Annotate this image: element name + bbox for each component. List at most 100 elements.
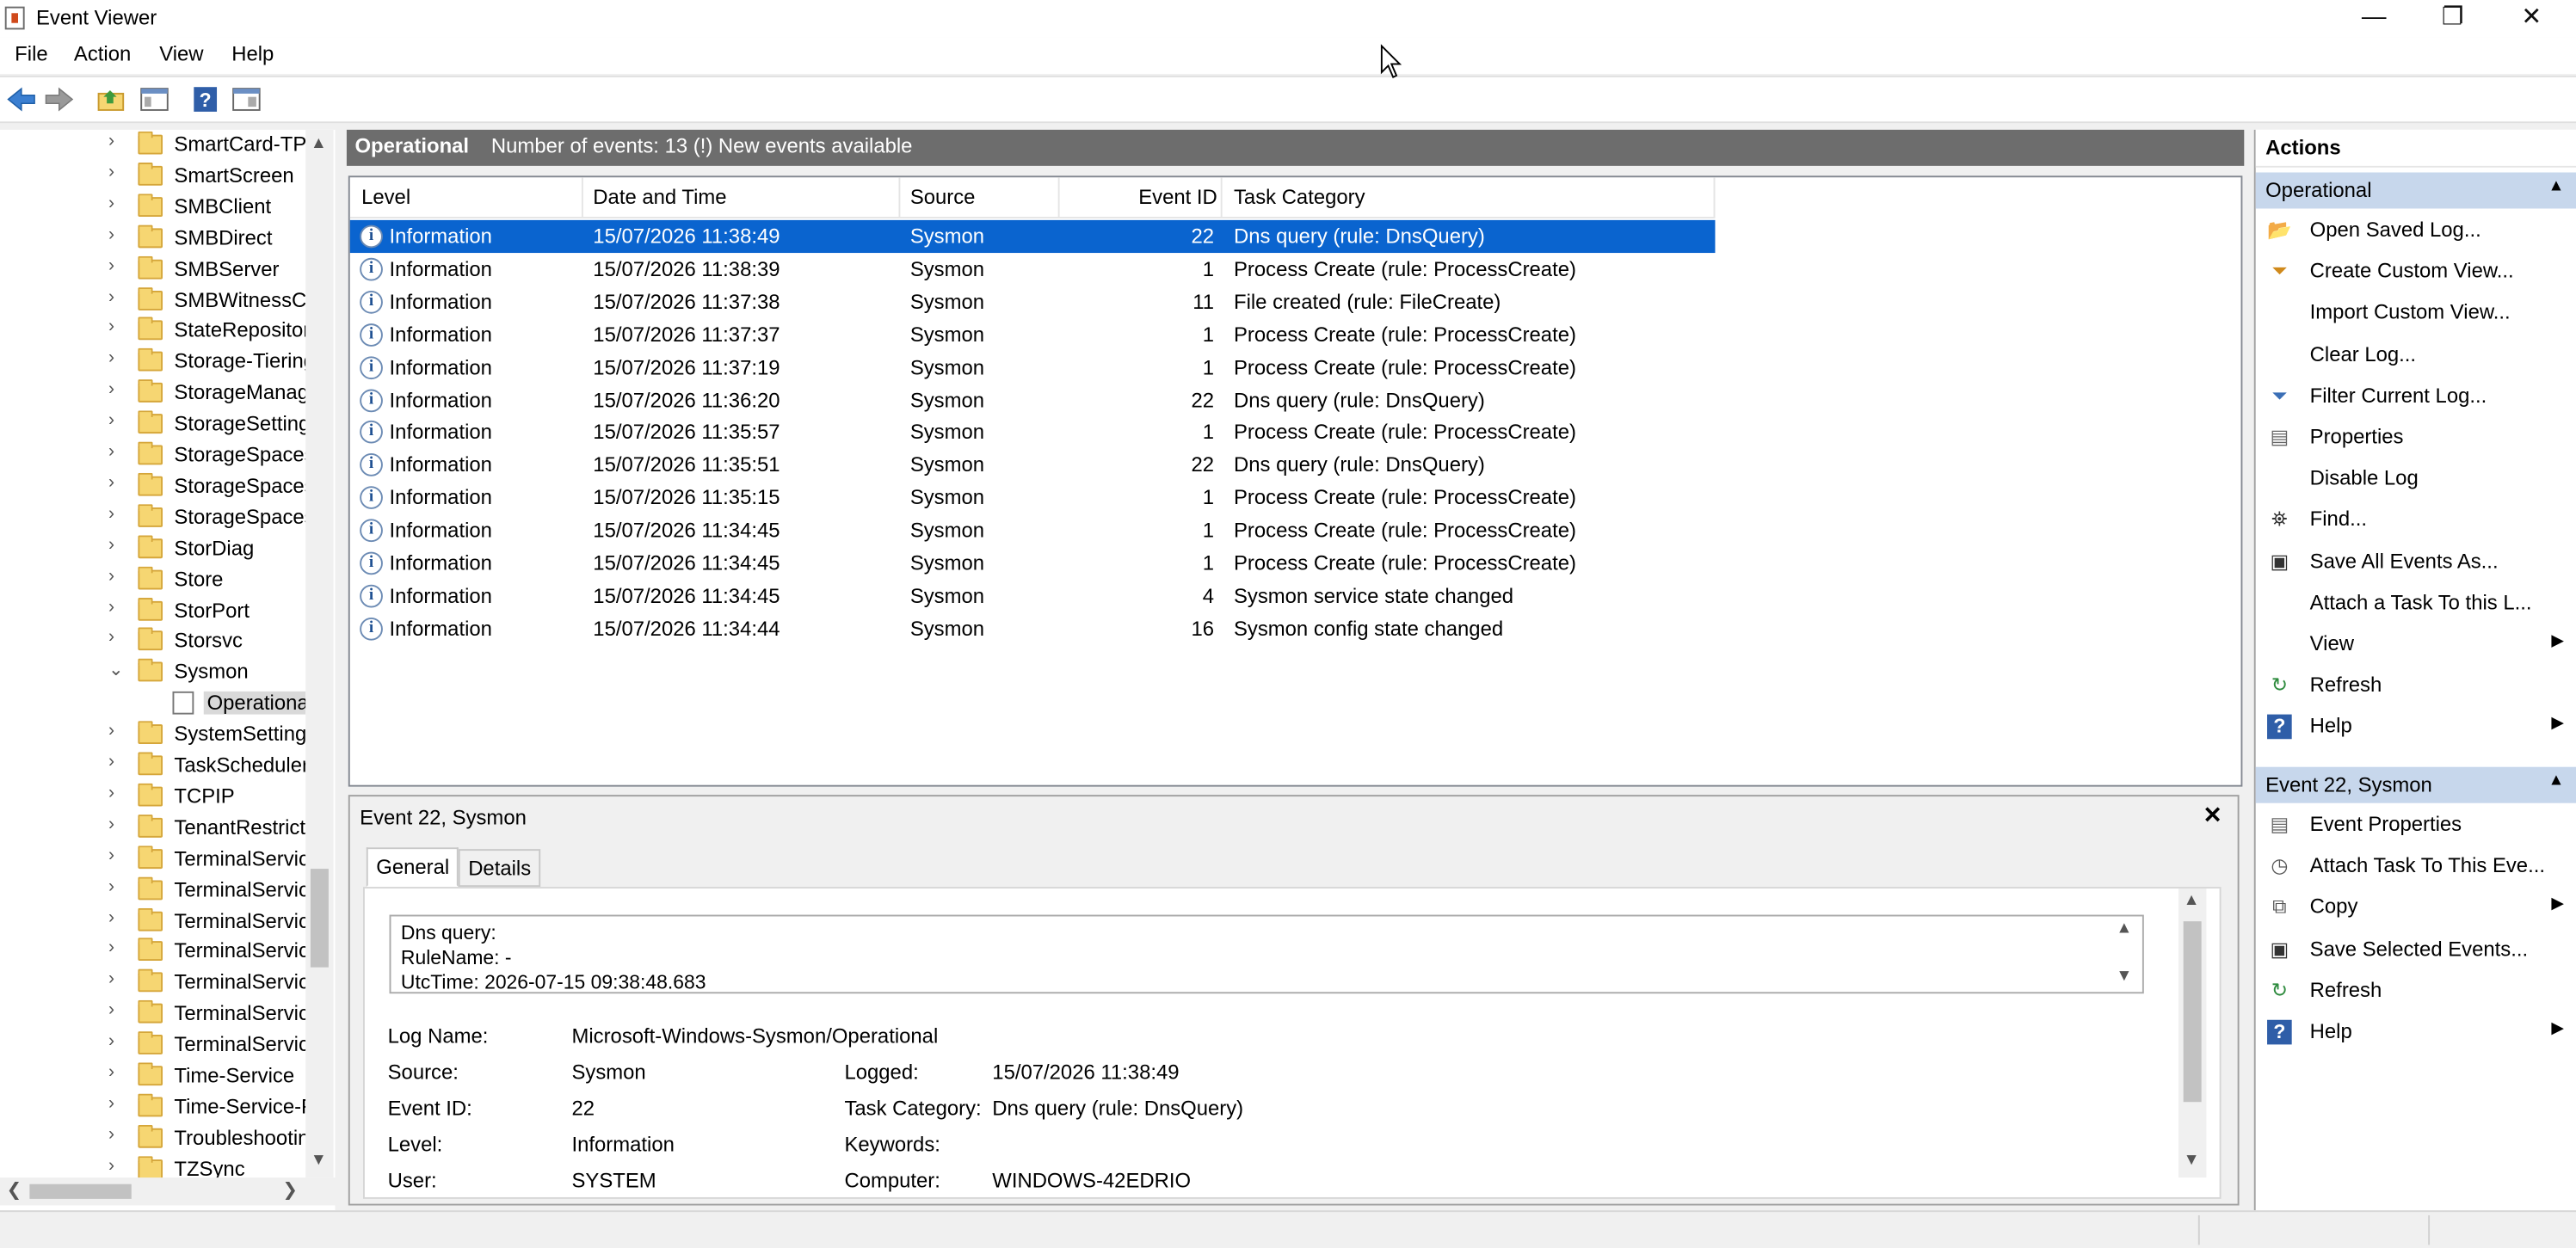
tree-item[interactable]: › Troubleshootin	[0, 1123, 305, 1154]
chevron-right-icon[interactable]: ›	[108, 721, 114, 741]
chevron-right-icon[interactable]: ›	[108, 317, 114, 337]
tree-vertical-scrollbar[interactable]: ▲ ▼	[305, 129, 334, 1178]
tree-item[interactable]: › TerminalServic	[0, 844, 305, 875]
action-item[interactable]: ? Help ▶	[2256, 707, 2576, 748]
tree-item[interactable]: › SMBDirect	[0, 223, 305, 254]
scroll-up-icon[interactable]: ▲	[311, 135, 327, 153]
menu-help[interactable]: Help	[231, 43, 274, 66]
action-item[interactable]: Disable Log	[2256, 458, 2576, 500]
chevron-right-icon[interactable]: ›	[108, 1031, 114, 1051]
show-hide-action-pane-icon[interactable]	[230, 83, 262, 114]
tree-scroll-thumb[interactable]	[310, 869, 329, 968]
action-item[interactable]: Attach a Task To this L...	[2256, 582, 2576, 624]
close-detail-icon[interactable]: ✕	[2203, 802, 2222, 829]
chevron-down-icon[interactable]: ⌄	[108, 659, 124, 680]
menu-view[interactable]: View	[159, 43, 203, 66]
up-folder-icon[interactable]	[96, 83, 128, 114]
tree-item[interactable]: › SMBServer	[0, 254, 305, 285]
tree-item[interactable]: › StorDiag	[0, 533, 305, 564]
column-event-id[interactable]: Event ID	[1138, 186, 1217, 209]
chevron-right-icon[interactable]: ›	[108, 938, 114, 958]
maximize-button[interactable]: ❐	[2415, 0, 2491, 38]
action-item[interactable]: ⧉ Copy ▶	[2256, 888, 2576, 929]
chevron-right-icon[interactable]: ›	[108, 442, 114, 462]
action-item[interactable]: ↻ Refresh	[2256, 666, 2576, 707]
tree-item[interactable]: › StorageSpaces	[0, 502, 305, 533]
tree-item[interactable]: › TerminalServic	[0, 937, 305, 968]
table-row[interactable]: i Information 15/07/2026 11:37:38 Sysmon 11 F…	[350, 286, 1716, 318]
detail-scroll-down-icon[interactable]: ▼	[2184, 1152, 2200, 1170]
chevron-right-icon[interactable]: ›	[108, 1125, 114, 1145]
chevron-right-icon[interactable]: ›	[108, 535, 114, 555]
tree-item[interactable]: › SmartCard-TPI	[0, 130, 305, 161]
chevron-right-icon[interactable]: ›	[108, 194, 114, 213]
tree-item[interactable]: ⌄ Sysmon	[0, 657, 305, 688]
collapse-up-icon[interactable]: ▲	[2548, 772, 2565, 790]
table-row[interactable]: i Information 15/07/2026 11:37:37 Sysmon 1 Pr…	[350, 318, 1716, 351]
tree-item[interactable]: › TenantRestricti	[0, 813, 305, 844]
tree-item[interactable]: › TerminalServic	[0, 968, 305, 999]
tree-item[interactable]: › SMBClient	[0, 192, 305, 223]
menu-action[interactable]: Action	[74, 43, 131, 66]
event-description[interactable]: Dns query: RuleName: - UtcTime: 2026-07-…	[389, 914, 2144, 994]
chevron-right-icon[interactable]: ›	[108, 348, 114, 368]
scroll-down-icon[interactable]: ▼	[311, 1152, 327, 1170]
table-row[interactable]: i Information 15/07/2026 11:34:45 Sysmon 1 Pr…	[350, 514, 1716, 547]
action-item[interactable]: ⏷ Filter Current Log...	[2256, 376, 2576, 417]
chevron-right-icon[interactable]: ›	[108, 1093, 114, 1113]
chevron-right-icon[interactable]: ›	[108, 286, 114, 306]
tree-item[interactable]: › StorageSpaces	[0, 471, 305, 502]
scroll-left-icon[interactable]: ❮	[7, 1179, 22, 1201]
action-item[interactable]: ▣ Save Selected Events...	[2256, 929, 2576, 970]
tree-item[interactable]: › Storage-Tiering	[0, 347, 305, 378]
table-row[interactable]: i Information 15/07/2026 11:34:45 Sysmon 1 Pr…	[350, 547, 1716, 580]
action-item[interactable]: ? Help ▶	[2256, 1011, 2576, 1053]
actions-group-operational[interactable]: Operational ▲	[2255, 172, 2576, 209]
collapse-up-icon[interactable]: ▲	[2548, 177, 2565, 195]
table-row[interactable]: i Information 15/07/2026 11:34:44 Sysmon 16 S…	[350, 612, 1716, 645]
tree-item[interactable]: › Store	[0, 564, 305, 595]
table-row[interactable]: i Information 15/07/2026 11:35:51 Sysmon 22 D…	[350, 449, 1716, 482]
chevron-right-icon[interactable]: ›	[108, 224, 114, 244]
chevron-right-icon[interactable]: ›	[108, 1062, 114, 1082]
minimize-button[interactable]: —	[2336, 0, 2412, 38]
chevron-right-icon[interactable]: ›	[108, 876, 114, 896]
chevron-right-icon[interactable]: ›	[108, 597, 114, 617]
detail-scroll-thumb[interactable]	[2183, 921, 2202, 1103]
action-item[interactable]: ⛯ Find...	[2256, 500, 2576, 541]
chevron-right-icon[interactable]: ›	[108, 255, 114, 275]
tree-item[interactable]: › TCPIP	[0, 782, 305, 813]
chevron-right-icon[interactable]: ›	[108, 411, 114, 431]
action-item[interactable]: ▤ Event Properties	[2256, 805, 2576, 846]
column-date-time[interactable]: Date and Time	[593, 186, 726, 209]
table-row[interactable]: i Information 15/07/2026 11:35:57 Sysmon 1 Pr…	[350, 416, 1716, 449]
tree-item[interactable]: › TerminalServic	[0, 1030, 305, 1060]
tree-item[interactable]: › StorageSetting	[0, 409, 305, 440]
action-item[interactable]: 📂 Open Saved Log...	[2256, 210, 2576, 251]
tree-item[interactable]: › Storsvc	[0, 626, 305, 657]
tree-item[interactable]: › TaskScheduler	[0, 751, 305, 782]
table-row[interactable]: i Information 15/07/2026 11:38:49 Sysmon 22 D…	[349, 219, 1716, 254]
tree-item[interactable]: › Time-Service	[0, 1060, 305, 1091]
show-hide-tree-icon[interactable]	[138, 83, 170, 114]
scroll-right-icon[interactable]: ❯	[282, 1179, 298, 1201]
action-item[interactable]: ↻ Refresh	[2256, 970, 2576, 1011]
chevron-right-icon[interactable]: ›	[108, 753, 114, 772]
chevron-right-icon[interactable]: ›	[108, 907, 114, 927]
chevron-right-icon[interactable]: ›	[108, 379, 114, 399]
desc-scroll-up-icon[interactable]: ▲	[2116, 919, 2132, 938]
tree-item[interactable]: › TerminalServic	[0, 999, 305, 1030]
chevron-right-icon[interactable]: ›	[108, 1156, 114, 1176]
forward-arrow-icon[interactable]	[43, 83, 76, 114]
action-item[interactable]: ⏷ Create Custom View...	[2256, 252, 2576, 293]
desc-scroll-down-icon[interactable]: ▼	[2116, 968, 2132, 986]
column-source[interactable]: Source	[910, 186, 976, 209]
tab-details[interactable]: Details	[458, 849, 541, 888]
tree-item[interactable]: › StorPort	[0, 595, 305, 626]
tree-item[interactable]: › SmartScreen	[0, 161, 305, 192]
chevron-right-icon[interactable]: ›	[108, 969, 114, 989]
table-row[interactable]: i Information 15/07/2026 11:38:39 Sysmon 1 Pr…	[350, 253, 1716, 286]
chevron-right-icon[interactable]: ›	[108, 132, 114, 151]
chevron-right-icon[interactable]: ›	[108, 504, 114, 524]
action-item[interactable]: ▣ Save All Events As...	[2256, 541, 2576, 582]
